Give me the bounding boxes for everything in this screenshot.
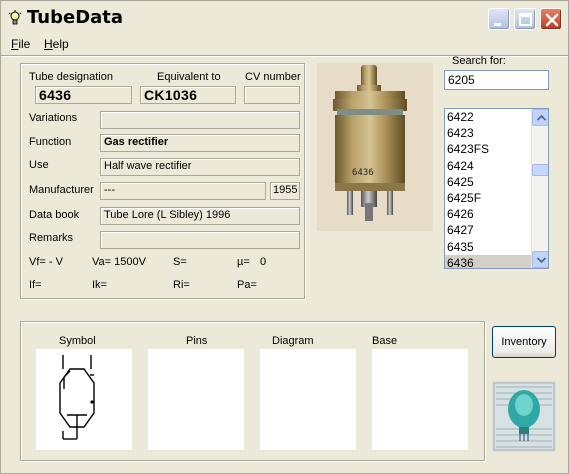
- maximize-icon: [519, 13, 532, 26]
- tube-list-rows: 6422 6423 6423FS 6424 6425 6425F 6426 6427 6435 6…: [445, 109, 531, 268]
- maximize-button[interactable]: [514, 8, 536, 30]
- pins-title: Pins: [186, 335, 208, 347]
- search-input[interactable]: [444, 70, 549, 90]
- equivalent-to-label: Equivalent to: [157, 71, 221, 83]
- menu-bar: File Help: [1, 34, 568, 54]
- tube-list-item[interactable]: 6435: [445, 239, 531, 255]
- pa-param: Pa=: [237, 279, 257, 291]
- variations-field[interactable]: [100, 111, 300, 129]
- tube-marking: 6436: [352, 168, 374, 178]
- tube-list-item[interactable]: 6424: [445, 158, 531, 174]
- chevron-up-icon: [537, 115, 546, 121]
- main-window: TubeData File Help Tube designation Equi…: [0, 0, 569, 474]
- minimize-icon: [494, 23, 501, 26]
- ik-param: Ik=: [92, 279, 107, 291]
- tube-photo: 6436: [317, 63, 433, 231]
- manufacturer-label: Manufacturer: [29, 184, 94, 196]
- tube-list-item[interactable]: 6426: [445, 206, 531, 222]
- tube-photo-drawing: 6436: [317, 63, 433, 231]
- mu-param: µ=: [237, 256, 250, 268]
- tube-designation-field[interactable]: 6436: [35, 86, 132, 104]
- tube-list-item[interactable]: 6425F: [445, 190, 531, 206]
- pins-box: [148, 349, 244, 450]
- base-title: Base: [372, 335, 398, 347]
- menu-file-label: ile: [18, 37, 31, 51]
- app-title: TubeData: [27, 7, 124, 28]
- tube-list-item[interactable]: 6423FS: [445, 141, 531, 157]
- tube-symbol-drawing: [59, 355, 95, 440]
- tube-list-item[interactable]: 6422: [445, 109, 531, 125]
- equivalent-to-field[interactable]: CK1036: [140, 86, 236, 104]
- tube-list-item[interactable]: 6425: [445, 174, 531, 190]
- tube-listbox[interactable]: 6422 6423 6423FS 6424 6425 6425F 6426 6427 6435 6…: [444, 108, 549, 269]
- data-book-label: Data book: [29, 209, 80, 221]
- tube-designation-label: Tube designation: [29, 71, 113, 83]
- use-field[interactable]: Half wave rectifier: [100, 158, 300, 176]
- title-bar[interactable]: TubeData: [1, 1, 568, 34]
- remarks-field[interactable]: [100, 231, 300, 249]
- lightbulb-icon: [8, 10, 22, 25]
- menu-file[interactable]: File: [11, 37, 30, 51]
- tube-list-item[interactable]: 6427: [445, 222, 531, 238]
- manufacturer-field[interactable]: ---: [100, 182, 266, 200]
- function-label: Function: [29, 136, 72, 148]
- menu-help-accelerator: H: [44, 37, 53, 51]
- vf-param: Vf= - V: [29, 256, 63, 268]
- function-field[interactable]: Gas rectifier: [100, 134, 300, 152]
- close-button[interactable]: [540, 8, 562, 30]
- remarks-label: Remarks: [29, 232, 74, 244]
- ri-param: Ri=: [173, 279, 190, 291]
- inventory-button[interactable]: Inventory: [492, 326, 556, 358]
- diagram-title: Diagram: [272, 335, 314, 347]
- menu-help-label: elp: [52, 37, 69, 51]
- list-scrollbar[interactable]: [531, 109, 548, 268]
- symbol-title: Symbol: [59, 335, 96, 347]
- mu-value: 0: [260, 256, 267, 268]
- va-param: Va= 1500V: [92, 256, 146, 268]
- close-icon: [545, 13, 559, 27]
- minimize-button[interactable]: [488, 8, 510, 30]
- chevron-down-icon: [537, 257, 546, 263]
- tube-logo-drawing: [492, 381, 556, 452]
- tube-list-item[interactable]: 6436: [445, 254, 531, 268]
- if-param: If=: [29, 279, 42, 291]
- cv-number-field[interactable]: [244, 86, 300, 104]
- data-book-field[interactable]: Tube Lore (L Sibley) 1996: [100, 207, 300, 225]
- tube-list-item[interactable]: 6423: [445, 125, 531, 141]
- search-label: Search for:: [452, 55, 506, 67]
- diagram-box: [260, 349, 356, 450]
- scroll-thumb[interactable]: [532, 164, 548, 176]
- scroll-down-button[interactable]: [532, 251, 548, 268]
- scroll-up-button[interactable]: [532, 109, 548, 126]
- cv-number-label: CV number: [245, 71, 301, 83]
- variations-label: Variations: [29, 112, 78, 124]
- tube-logo-image: [492, 381, 556, 452]
- base-box: [372, 349, 468, 450]
- year-field[interactable]: 1955: [270, 182, 300, 200]
- menu-help[interactable]: Help: [44, 37, 69, 51]
- use-label: Use: [29, 159, 49, 171]
- symbol-box: [36, 349, 132, 450]
- s-param: S=: [173, 256, 187, 268]
